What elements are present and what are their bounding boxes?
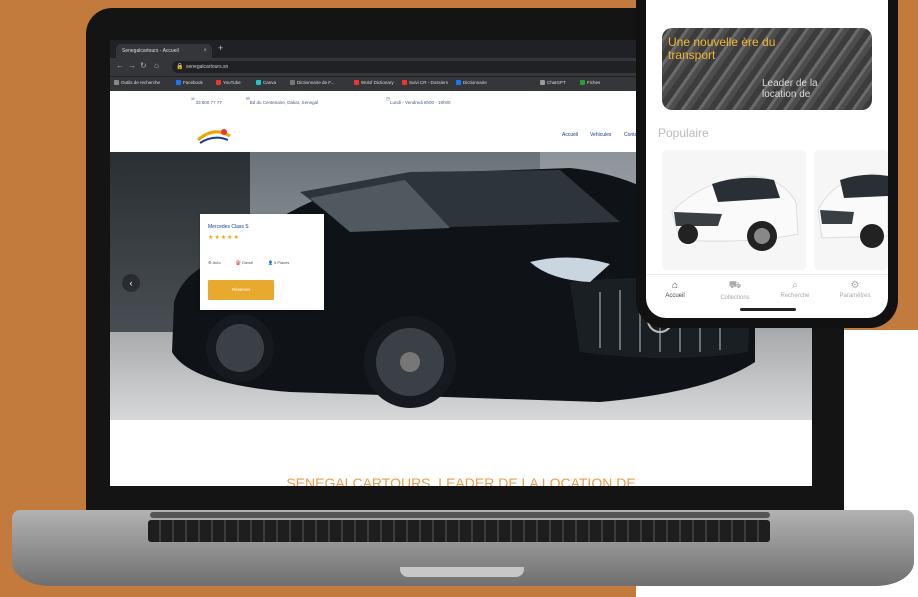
reload-icon[interactable]: ↻ [140, 61, 147, 70]
bookmark-icon [402, 80, 407, 85]
popular-car-card[interactable] [662, 150, 806, 270]
laptop-hinge [150, 512, 770, 518]
nav-item-accueil[interactable]: ⌂ Accueil [650, 280, 700, 299]
nav-item-collections[interactable]: ⛟ Collections [710, 280, 760, 301]
close-icon[interactable]: × [203, 44, 207, 58]
address-bar[interactable]: 🔒 senegalcartours.sn [172, 61, 692, 73]
home-icon[interactable]: ⌂ [154, 61, 159, 70]
rating-stars: ★★★★★ [208, 235, 240, 241]
white-suv-image [817, 173, 888, 248]
bookmark-item[interactable]: Wolof Dictionary [354, 80, 394, 85]
bookmark-item[interactable]: YouTube [216, 80, 241, 85]
bookmark-item[interactable]: Dictionnaire de F... [290, 80, 334, 85]
back-icon[interactable]: ← [116, 61, 124, 70]
seats-feature: 👤 5 Places [268, 260, 290, 265]
page-headline: SENEGALCARTOURS, LEADER DE LA LOCATION D… [286, 475, 636, 486]
hours-text: ◷ Lundi - Vendredi 8h00 - 18h00 [386, 96, 451, 105]
popular-section-title: Populaire [658, 126, 709, 140]
new-tab-icon[interactable]: + [218, 43, 223, 53]
laptop-keyboard [148, 520, 770, 542]
facebook-icon [176, 80, 181, 85]
phone-number: ☏ 33 800 77 77 [190, 96, 222, 105]
bookmark-item[interactable]: Dictionnaire [456, 80, 487, 85]
bookmark-item[interactable]: Suivi CR - Dossiers [402, 80, 448, 85]
settings-icon: ⚙ [850, 280, 860, 291]
home-icon: ⌂ [671, 280, 679, 291]
menu-item-vehicules[interactable]: Vehicules [590, 132, 611, 138]
canva-icon [256, 80, 261, 85]
bookmark-item[interactable]: Facebook [176, 80, 203, 85]
fuel-feature: ⛽ Diesel [236, 260, 254, 265]
promo-banner[interactable]: Une nouvelle ère du transport Leader de … [662, 28, 872, 110]
home-indicator [740, 308, 796, 311]
hero-prev-arrow[interactable]: ‹ [122, 274, 140, 292]
lock-icon: 🔒 [176, 64, 184, 70]
nav-item-recherche[interactable]: ⌕ Recherche [770, 280, 820, 299]
browser-tab[interactable]: Senegalcartours - Accueil × [116, 44, 212, 58]
bookmark-item[interactable]: Canva [256, 80, 276, 85]
white-sedan-image [671, 175, 799, 251]
menu-item-accueil[interactable]: Accueil [562, 132, 578, 138]
address-text: ✉ Bd du Centenaire, Dakar, Senegal [246, 96, 319, 105]
transmission-feature: ⚙ Auto [208, 260, 221, 265]
phone-screen: Une nouvelle ère du transport Leader de … [646, 0, 888, 318]
bookmark-icon [290, 80, 295, 85]
youtube-icon [216, 80, 221, 85]
promo-subtitle: Leader de la location de [762, 78, 818, 100]
bookmark-item[interactable]: Outils de recherche [114, 80, 160, 85]
nav-item-parametres[interactable]: ⚙ Paramètres [830, 280, 880, 299]
vehicle-title: Mercedes Class S [208, 224, 249, 230]
promo-title: Une nouvelle ère du transport [668, 35, 776, 62]
forward-icon[interactable]: → [128, 61, 136, 70]
tab-title: Senegalcartours - Accueil [122, 48, 179, 54]
bookmark-icon [354, 80, 359, 85]
car-icon: ⛟ [728, 280, 742, 291]
url-text: senegalcartours.sn [186, 64, 229, 70]
vehicle-card: Mercedes Class S ★★★★★ ⚙ Auto ⛽ Diesel 👤… [200, 214, 324, 310]
bookmark-icon [580, 80, 585, 85]
reserve-button[interactable]: Réserver [208, 280, 274, 300]
bookmark-icon [456, 80, 461, 85]
bookmark-icon [114, 80, 119, 85]
smartphone: Une nouvelle ère du transport Leader de … [636, 0, 898, 328]
popular-car-card[interactable] [814, 150, 888, 270]
site-logo[interactable] [194, 122, 234, 148]
search-icon: ⌕ [792, 280, 798, 291]
chatgpt-icon [540, 80, 545, 85]
bookmark-item[interactable]: Fiches [580, 80, 600, 85]
laptop-notch [400, 567, 524, 577]
bookmark-item[interactable]: ChatGPT [540, 80, 566, 85]
